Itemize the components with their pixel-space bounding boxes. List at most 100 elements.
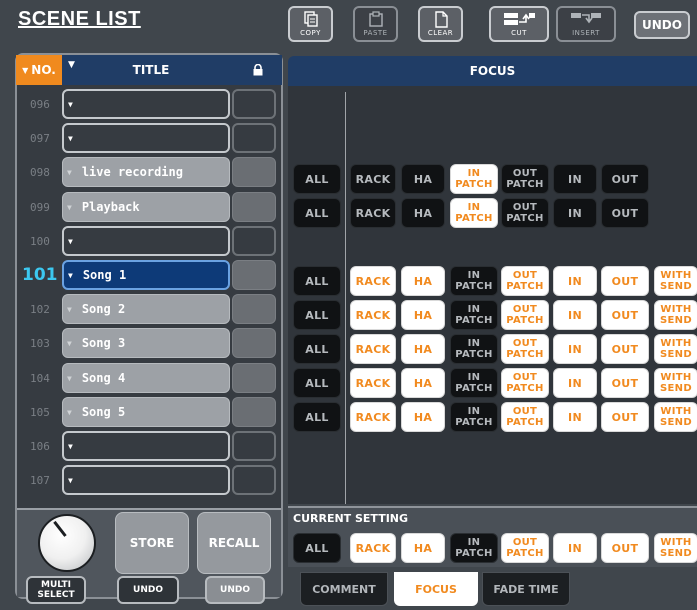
scene-title-field[interactable]: ▼ Song 1 xyxy=(62,260,230,290)
focus-row-104-out-patch-toggle[interactable]: OUT PATCH xyxy=(501,368,549,398)
focus-row-099-all-toggle[interactable]: ALL xyxy=(293,198,341,228)
focus-row-104-ha-toggle[interactable]: HA xyxy=(401,368,445,398)
recall-button[interactable]: RECALL xyxy=(197,512,271,574)
title-dropdown-icon[interactable]: ▼ xyxy=(68,134,73,143)
scene-row[interactable]: 101 ▼ Song 1 xyxy=(18,258,280,292)
scene-protect-toggle[interactable] xyxy=(232,226,276,256)
current-setting-with-send-toggle[interactable]: WITH SEND xyxy=(654,533,697,563)
scene-protect-toggle[interactable] xyxy=(232,328,276,358)
scene-protect-toggle[interactable] xyxy=(232,192,276,222)
scene-title-field[interactable]: ▼ live recording xyxy=(62,157,230,187)
title-dropdown-icon[interactable]: ▼ xyxy=(68,271,73,280)
focus-row-101-in-toggle[interactable]: IN xyxy=(553,266,597,296)
scene-title-field[interactable]: ▼ Song 4 xyxy=(62,363,230,393)
scene-protect-toggle[interactable] xyxy=(232,431,276,461)
scene-protect-toggle[interactable] xyxy=(232,89,276,119)
undo-outline-button[interactable]: UNDO xyxy=(117,576,179,604)
focus-row-101-out-patch-toggle[interactable]: OUT PATCH xyxy=(501,266,549,296)
focus-row-101-all-toggle[interactable]: ALL xyxy=(293,266,341,296)
scene-title-field[interactable]: ▼ xyxy=(62,226,230,256)
focus-row-104-with-send-toggle[interactable]: WITH SEND xyxy=(654,368,697,398)
scene-row[interactable]: 102 ▼ Song 2 xyxy=(18,292,280,326)
scene-select-knob[interactable] xyxy=(38,514,96,572)
title-dropdown-icon[interactable]: ▼ xyxy=(68,476,73,485)
scene-row[interactable]: 105 ▼ Song 5 xyxy=(18,395,280,429)
focus-row-105-with-send-toggle[interactable]: WITH SEND xyxy=(654,402,697,432)
tab-focus[interactable]: FOCUS xyxy=(394,572,478,606)
focus-row-098-out-toggle[interactable]: OUT xyxy=(601,164,649,194)
scene-protect-toggle[interactable] xyxy=(232,260,276,290)
title-column-header[interactable]: TITLE xyxy=(68,55,234,85)
focus-row-098-ha-toggle[interactable]: HA xyxy=(401,164,445,194)
title-dropdown-icon[interactable]: ▼ xyxy=(68,100,73,109)
scene-protect-toggle[interactable] xyxy=(232,157,276,187)
scene-title-field[interactable]: ▼ Playback xyxy=(62,192,230,222)
clear-button[interactable]: CLEAR xyxy=(418,6,463,42)
focus-row-098-in-patch-toggle[interactable]: IN PATCH xyxy=(450,164,498,194)
undo-button[interactable]: UNDO xyxy=(634,11,690,39)
scene-row[interactable]: 099 ▼ Playback xyxy=(18,190,280,224)
focus-row-099-ha-toggle[interactable]: HA xyxy=(401,198,445,228)
title-dropdown-icon[interactable]: ▼ xyxy=(67,374,72,383)
scene-title-field[interactable]: ▼ Song 5 xyxy=(62,397,230,427)
title-dropdown-icon[interactable]: ▼ xyxy=(67,168,72,177)
focus-row-102-with-send-toggle[interactable]: WITH SEND xyxy=(654,300,697,330)
multi-select-button[interactable]: MULTI SELECT xyxy=(26,576,86,604)
scene-row[interactable]: 107 ▼ xyxy=(18,463,280,497)
current-setting-ha-toggle[interactable]: HA xyxy=(401,533,445,563)
focus-row-105-all-toggle[interactable]: ALL xyxy=(293,402,341,432)
scene-protect-toggle[interactable] xyxy=(232,397,276,427)
focus-row-105-in-patch-toggle[interactable]: IN PATCH xyxy=(450,402,498,432)
focus-row-101-with-send-toggle[interactable]: WITH SEND xyxy=(654,266,697,296)
cut-button[interactable]: CUT xyxy=(489,6,549,42)
current-setting-out-patch-toggle[interactable]: OUT PATCH xyxy=(501,533,549,563)
title-dropdown-icon[interactable]: ▼ xyxy=(68,237,73,246)
scene-title-field[interactable]: ▼ Song 3 xyxy=(62,328,230,358)
title-dropdown-icon[interactable]: ▼ xyxy=(67,339,72,348)
focus-row-098-out-patch-toggle[interactable]: OUT PATCH xyxy=(501,164,549,194)
focus-row-098-in-toggle[interactable]: IN xyxy=(553,164,597,194)
scene-protect-toggle[interactable] xyxy=(232,363,276,393)
focus-row-099-in-patch-toggle[interactable]: IN PATCH xyxy=(450,198,498,228)
scene-row[interactable]: 103 ▼ Song 3 xyxy=(18,326,280,360)
focus-row-105-out-patch-toggle[interactable]: OUT PATCH xyxy=(501,402,549,432)
scene-protect-toggle[interactable] xyxy=(232,123,276,153)
title-dropdown-icon[interactable]: ▼ xyxy=(67,408,72,417)
focus-row-102-rack-toggle[interactable]: RACK xyxy=(350,300,396,330)
scene-title-field[interactable]: ▼ Song 2 xyxy=(62,294,230,324)
focus-row-102-out-patch-toggle[interactable]: OUT PATCH xyxy=(501,300,549,330)
current-setting-in-toggle[interactable]: IN xyxy=(553,533,597,563)
scene-row[interactable]: 104 ▼ Song 4 xyxy=(18,361,280,395)
focus-row-099-in-toggle[interactable]: IN xyxy=(553,198,597,228)
copy-button[interactable]: COPY xyxy=(288,6,333,42)
current-setting-out-toggle[interactable]: OUT xyxy=(601,533,649,563)
focus-row-105-in-toggle[interactable]: IN xyxy=(553,402,597,432)
focus-row-105-rack-toggle[interactable]: RACK xyxy=(350,402,396,432)
focus-row-104-out-toggle[interactable]: OUT xyxy=(601,368,649,398)
scene-title-field[interactable]: ▼ xyxy=(62,465,230,495)
focus-row-101-rack-toggle[interactable]: RACK xyxy=(350,266,396,296)
focus-row-102-all-toggle[interactable]: ALL xyxy=(293,300,341,330)
tab-fade-time[interactable]: FADE TIME xyxy=(482,572,570,606)
focus-row-099-rack-toggle[interactable]: RACK xyxy=(350,198,396,228)
title-dropdown-icon[interactable]: ▼ xyxy=(67,203,72,212)
title-dropdown-icon[interactable]: ▼ xyxy=(68,442,73,451)
focus-row-104-all-toggle[interactable]: ALL xyxy=(293,368,341,398)
scene-row[interactable]: 098 ▼ live recording xyxy=(18,155,280,189)
focus-row-103-ha-toggle[interactable]: HA xyxy=(401,334,445,364)
focus-row-103-in-patch-toggle[interactable]: IN PATCH xyxy=(450,334,498,364)
focus-row-104-in-toggle[interactable]: IN xyxy=(553,368,597,398)
current-setting-rack-toggle[interactable]: RACK xyxy=(350,533,396,563)
focus-row-101-in-patch-toggle[interactable]: IN PATCH xyxy=(450,266,498,296)
undo-solid-button[interactable]: UNDO xyxy=(205,576,265,604)
focus-row-101-out-toggle[interactable]: OUT xyxy=(601,266,649,296)
store-button[interactable]: STORE xyxy=(115,512,189,574)
focus-row-103-in-toggle[interactable]: IN xyxy=(553,334,597,364)
focus-row-102-out-toggle[interactable]: OUT xyxy=(601,300,649,330)
scene-title-field[interactable]: ▼ xyxy=(62,123,230,153)
focus-row-102-in-toggle[interactable]: IN xyxy=(553,300,597,330)
focus-row-098-rack-toggle[interactable]: RACK xyxy=(350,164,396,194)
focus-row-103-out-patch-toggle[interactable]: OUT PATCH xyxy=(501,334,549,364)
focus-row-099-out-patch-toggle[interactable]: OUT PATCH xyxy=(501,198,549,228)
focus-row-104-in-patch-toggle[interactable]: IN PATCH xyxy=(450,368,498,398)
